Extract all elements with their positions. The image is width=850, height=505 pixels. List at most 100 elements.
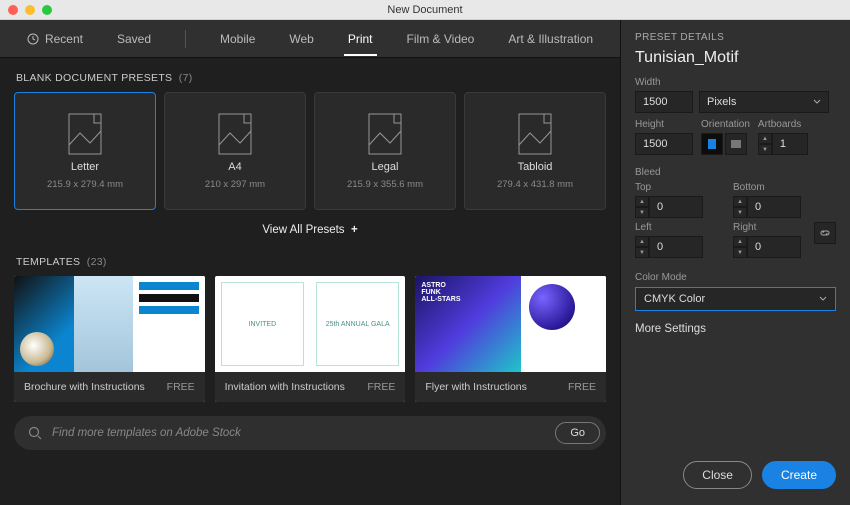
bleed-top-input[interactable]: 0: [649, 196, 703, 218]
preset-name: Tabloid: [518, 161, 553, 173]
template-price: FREE: [568, 381, 596, 393]
preset-legal[interactable]: Legal 215.9 x 355.6 mm: [314, 92, 456, 210]
tab-artillus-label: Art & Illustration: [508, 32, 593, 46]
plus-icon: +: [351, 224, 358, 236]
tab-filmvideo-label: Film & Video: [407, 32, 475, 46]
stock-search-bar[interactable]: Find more templates on Adobe Stock Go: [14, 416, 606, 450]
template-thumb: [14, 276, 205, 372]
width-input[interactable]: 1500: [635, 91, 693, 113]
search-placeholder: Find more templates on Adobe Stock: [52, 427, 545, 439]
titlebar: New Document: [0, 0, 850, 20]
template-name: Invitation with Instructions: [225, 381, 345, 393]
template-name: Flyer with Instructions: [425, 381, 527, 393]
left-label: Left: [635, 222, 703, 233]
preset-name: Letter: [71, 161, 99, 173]
artboards-stepper[interactable]: ▲▼: [758, 133, 772, 155]
tab-filmvideo[interactable]: Film & Video: [403, 22, 479, 56]
bleed-right-input[interactable]: 0: [747, 236, 801, 258]
template-flyer[interactable]: ASTRO FUNK ALL-STARS Flyer with Instruct…: [415, 276, 606, 402]
bleed-bottom-input[interactable]: 0: [747, 196, 801, 218]
close-button[interactable]: Close: [683, 461, 752, 489]
presets-heading: BLANK DOCUMENT PRESETS (7): [0, 58, 620, 92]
bottom-stepper[interactable]: ▲▼: [733, 196, 747, 218]
template-thumb: ASTRO FUNK ALL-STARS: [415, 276, 606, 372]
preset-name: Legal: [372, 161, 399, 173]
tab-print[interactable]: Print: [344, 22, 377, 56]
gala-card: 25th ANNUAL GALA: [316, 282, 399, 366]
window-controls: [8, 5, 52, 15]
preset-details-heading: PRESET DETAILS: [635, 32, 836, 43]
category-tabs: Recent Saved Mobile Web Print Film & Vid…: [0, 20, 620, 58]
preset-tabloid[interactable]: Tabloid 279.4 x 431.8 mm: [464, 92, 606, 210]
tab-recent[interactable]: Recent: [23, 22, 87, 56]
template-invitation[interactable]: INVITED 25th ANNUAL GALA Invitation with…: [215, 276, 406, 402]
view-all-label: View All Presets: [262, 224, 344, 236]
dialog-buttons: Close Create: [635, 461, 836, 493]
zoom-window-icon[interactable]: [42, 5, 52, 15]
tab-separator: [185, 30, 186, 48]
top-stepper[interactable]: ▲▼: [635, 196, 649, 218]
artboards-input[interactable]: 1: [772, 133, 808, 155]
orientation-landscape-button[interactable]: [725, 133, 747, 155]
artboards-label: Artboards: [758, 119, 808, 130]
preset-a4[interactable]: A4 210 x 297 mm: [164, 92, 306, 210]
tab-mobile[interactable]: Mobile: [216, 22, 259, 56]
preset-dim: 215.9 x 355.6 mm: [347, 179, 423, 190]
link-bleed-button[interactable]: [814, 222, 836, 244]
top-label: Top: [635, 182, 703, 193]
eagle-graphic: [20, 332, 54, 366]
units-select[interactable]: Pixels: [699, 91, 829, 113]
landscape-icon: [730, 139, 742, 149]
invited-card: INVITED: [221, 282, 304, 366]
tab-recent-label: Recent: [45, 32, 83, 46]
colormode-select[interactable]: CMYK Color: [635, 287, 836, 311]
template-name: Brochure with Instructions: [24, 381, 145, 393]
height-input[interactable]: 1500: [635, 133, 693, 155]
document-name[interactable]: Tunisian_Motif: [635, 43, 836, 77]
right-label: Right: [733, 222, 801, 233]
templates-heading-text: TEMPLATES: [16, 256, 80, 268]
tab-web-label: Web: [289, 32, 313, 46]
preset-details-panel: PRESET DETAILS Tunisian_Motif Width 1500…: [620, 20, 850, 505]
tab-web[interactable]: Web: [285, 22, 317, 56]
template-meta: Invitation with Instructions FREE: [215, 372, 406, 402]
page-icon: [218, 113, 252, 155]
preset-list: Letter 215.9 x 279.4 mm A4 210 x 297 mm …: [0, 92, 620, 210]
presets-count: (7): [179, 72, 193, 84]
minimize-window-icon[interactable]: [25, 5, 35, 15]
clock-icon: [27, 33, 39, 45]
page-icon: [518, 113, 552, 155]
template-list: Brochure with Instructions FREE INVITED …: [0, 276, 620, 402]
orientation-portrait-button[interactable]: [701, 133, 723, 155]
bleed-left-input[interactable]: 0: [649, 236, 703, 258]
colormode-label: Color Mode: [635, 272, 836, 283]
template-thumb: INVITED 25th ANNUAL GALA: [215, 276, 406, 372]
bottom-label: Bottom: [733, 182, 801, 193]
preset-dim: 215.9 x 279.4 mm: [47, 179, 123, 190]
app-body: Recent Saved Mobile Web Print Film & Vid…: [0, 20, 850, 505]
page-icon: [368, 113, 402, 155]
tab-saved[interactable]: Saved: [113, 22, 155, 56]
portrait-icon: [707, 138, 717, 150]
template-price: FREE: [167, 381, 195, 393]
left-stepper[interactable]: ▲▼: [635, 236, 649, 258]
more-settings-button[interactable]: More Settings: [635, 311, 836, 335]
bleed-label: Bleed: [635, 167, 836, 178]
close-window-icon[interactable]: [8, 5, 18, 15]
link-icon: [819, 227, 831, 239]
templates-heading: TEMPLATES (23): [0, 242, 620, 276]
go-button[interactable]: Go: [555, 422, 600, 444]
create-button[interactable]: Create: [762, 461, 836, 489]
view-all-presets-button[interactable]: View All Presets +: [0, 210, 620, 242]
tab-artillus[interactable]: Art & Illustration: [504, 22, 597, 56]
tab-mobile-label: Mobile: [220, 32, 255, 46]
templates-count: (23): [87, 256, 107, 268]
tab-print-label: Print: [348, 32, 373, 46]
presets-heading-text: BLANK DOCUMENT PRESETS: [16, 72, 172, 84]
preset-letter[interactable]: Letter 215.9 x 279.4 mm: [14, 92, 156, 210]
preset-name: A4: [228, 161, 241, 173]
tab-saved-label: Saved: [117, 32, 151, 46]
right-stepper[interactable]: ▲▼: [733, 236, 747, 258]
template-brochure[interactable]: Brochure with Instructions FREE: [14, 276, 205, 402]
template-price: FREE: [367, 381, 395, 393]
